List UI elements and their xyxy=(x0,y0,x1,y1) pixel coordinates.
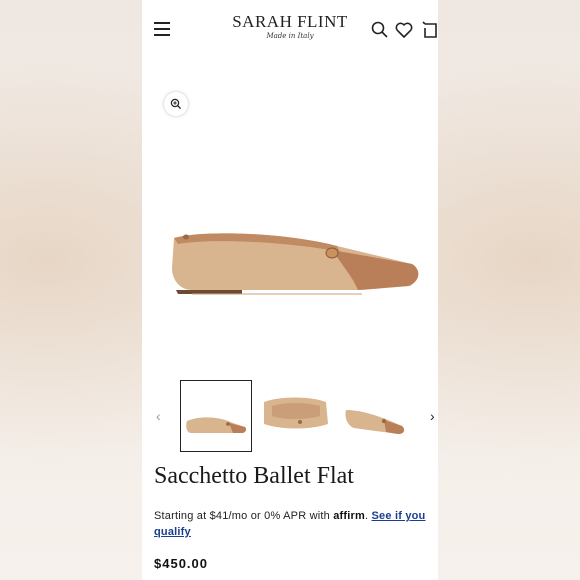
magnify-plus-icon xyxy=(170,98,182,110)
product-main-image[interactable] xyxy=(162,210,424,310)
financing-period: . xyxy=(364,510,369,522)
shoe-angle-thumbnail xyxy=(345,410,405,434)
financing-info: Starting at $41/mo or 0% APR with affirm… xyxy=(154,508,434,540)
financing-text: Starting at $41/mo or 0% APR with xyxy=(154,510,334,522)
cart-icon[interactable] xyxy=(421,20,438,40)
phone-screen: SARAH FLINT Made in Italy ‹ › Sacchetto … xyxy=(142,0,438,580)
shoe-top-thumbnail xyxy=(264,397,328,429)
chevron-left-icon[interactable]: ‹ xyxy=(156,408,161,424)
product-title: Sacchetto Ballet Flat xyxy=(154,463,354,489)
brand-logo[interactable]: SARAH FLINT Made in Italy xyxy=(232,12,348,41)
search-icon[interactable] xyxy=(370,20,390,40)
heart-icon[interactable] xyxy=(394,20,414,40)
menu-icon[interactable] xyxy=(154,22,170,36)
thumbnail-1[interactable] xyxy=(180,380,252,452)
logo-tagline: Made in Italy xyxy=(266,32,314,40)
chevron-right-icon[interactable]: › xyxy=(430,408,435,424)
shoe-side-thumbnail xyxy=(186,417,247,433)
affirm-logo: affirm xyxy=(333,510,365,522)
thumbnail-2[interactable] xyxy=(260,380,332,452)
product-price: $450.00 xyxy=(154,556,208,571)
thumbnail-3[interactable] xyxy=(340,380,412,452)
zoom-button[interactable] xyxy=(164,92,188,116)
thumbnail-strip: ‹ › xyxy=(142,380,438,454)
site-header: SARAH FLINT Made in Italy xyxy=(142,0,438,60)
logo-wordmark: SARAH FLINT xyxy=(232,12,348,31)
